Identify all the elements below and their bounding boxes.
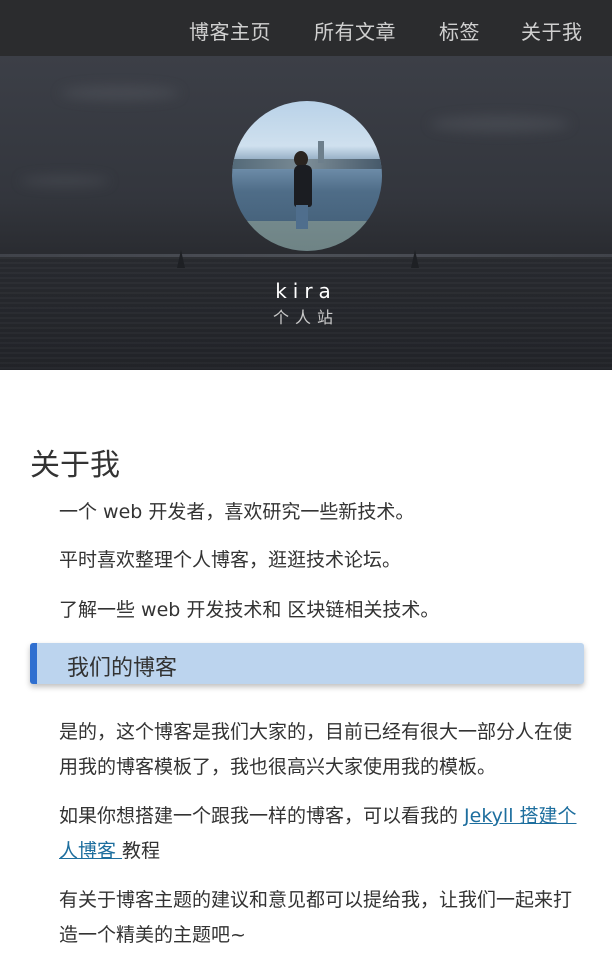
nav-item-about[interactable]: 关于我: [521, 16, 583, 45]
site-title: kira: [275, 279, 337, 303]
page-title: 关于我: [30, 448, 120, 483]
intro-line: 了解一些 web 开发技术和 区块链相关技术。: [59, 599, 440, 621]
avatar-person-legs: [296, 205, 308, 229]
avatar-tower: [318, 141, 324, 163]
blog-paragraph-jekyll: 如果你想搭建一个跟我一样的博客，可以看我的 Jekyll 搭建个人博客 教程: [59, 799, 589, 869]
paragraph-text: 如果你想搭建一个跟我一样的博客，可以看我的: [59, 805, 465, 827]
cloud-decoration: [20, 176, 110, 186]
site-subtitle: 个人站: [272, 308, 339, 327]
top-nav: 博客主页 所有文章 标签 关于我: [0, 0, 612, 56]
section-header-our-blog: 我们的博客: [30, 643, 584, 684]
section-title: 我们的博客: [67, 656, 178, 681]
intro-line: 一个 web 开发者，喜欢研究一些新技术。: [59, 501, 415, 523]
paragraph-text: 教程: [122, 840, 161, 862]
avatar: [232, 101, 382, 251]
blog-paragraph: 有关于博客主题的建议和意见都可以提给我，让我们一起来打造一个精美的主题吧~: [59, 889, 573, 946]
cloud-decoration: [60, 86, 180, 100]
nav-item-all-posts[interactable]: 所有文章: [314, 16, 396, 45]
sailboat-decoration: [411, 250, 419, 268]
sailboat-decoration: [177, 250, 185, 268]
nav-item-home[interactable]: 博客主页: [189, 16, 271, 45]
avatar-person-body: [294, 165, 312, 207]
cloud-decoration: [430, 116, 570, 132]
intro-line: 平时喜欢整理个人博客，逛逛技术论坛。: [59, 549, 402, 571]
blog-paragraph: 是的，这个博客是我们大家的，目前已经有很大一部分人在使用我的博客模板了，我也很高…: [59, 721, 573, 778]
hero-banner: kira 个人站: [0, 56, 612, 370]
nav-item-tags[interactable]: 标签: [439, 16, 480, 45]
